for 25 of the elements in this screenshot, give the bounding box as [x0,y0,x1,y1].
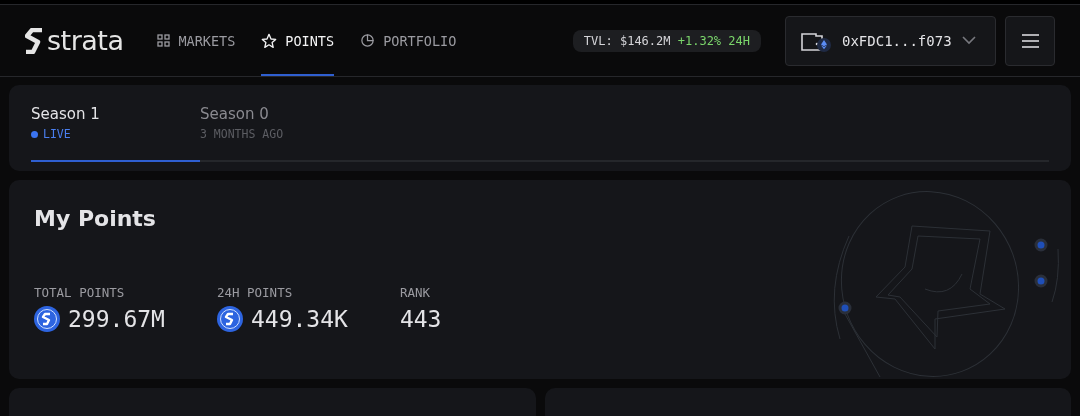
token-icon [34,306,60,332]
nav-tab[interactable]: MARKETS [157,5,236,76]
season-tab[interactable]: Season 0 3 MONTHS AGO [200,105,369,162]
tvl-badge: TVL: $146.2M +1.32% 24H [572,29,761,52]
logo-icon [25,27,43,54]
live-dot [31,130,38,138]
stat-value: 443 [399,306,442,332]
card-title: My Points [34,206,157,231]
pie-chart-icon [360,33,376,48]
logo-text: strata [47,25,124,56]
stat-label: TOTAL POINTS [34,285,126,300]
menu-icon [1021,33,1039,48]
stat-value: 299.67M [68,306,165,332]
season-tab[interactable]: Season 1 LIVE [31,105,200,162]
stat-label: RANK [399,285,431,300]
menu-button[interactable] [1005,15,1055,66]
stat-label: 24H POINTS [216,285,294,300]
token-icon [216,306,243,332]
wallet-button[interactable]: 0xFDC1...f073 [785,15,996,66]
grid-icon [157,34,171,47]
nav-tab[interactable]: PORTFOLIO [360,5,457,76]
stat-value: 449.34K [250,306,348,332]
nav-tab[interactable]: POINTS [261,5,335,76]
chevron-down-icon [961,36,976,45]
star-icon [261,32,278,49]
